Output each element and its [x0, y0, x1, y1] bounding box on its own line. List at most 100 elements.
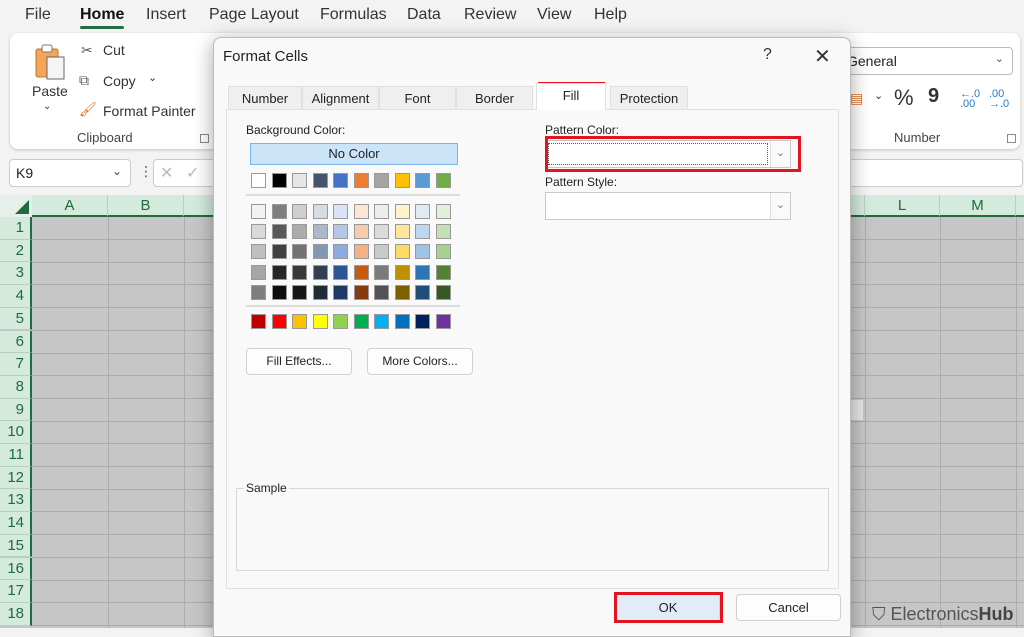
accounting-dropdown-icon[interactable]: ⌄: [874, 89, 883, 102]
copy-dropdown-icon[interactable]: ⌄: [148, 71, 157, 84]
tint-color-swatch[interactable]: [374, 244, 389, 260]
tint-color-swatch[interactable]: [353, 264, 369, 280]
tint-color-swatch[interactable]: [374, 284, 389, 300]
pattern-color-dropdown[interactable]: ⌄: [545, 140, 791, 168]
menu-home[interactable]: Home: [80, 6, 125, 29]
tab-number[interactable]: Number: [228, 86, 302, 110]
tint-color-swatch[interactable]: [312, 204, 328, 219]
tab-alignment[interactable]: Alignment: [302, 86, 379, 110]
menu-page-layout[interactable]: Page Layout: [209, 6, 299, 24]
tint-color-swatch[interactable]: [435, 224, 451, 240]
tint-color-swatch[interactable]: [435, 264, 451, 280]
accounting-format-icon[interactable]: ▤: [850, 90, 863, 107]
standard-color-swatch[interactable]: [333, 314, 348, 329]
ok-button[interactable]: OK: [616, 594, 720, 621]
tint-color-swatch[interactable]: [394, 264, 410, 280]
tint-color-swatch[interactable]: [333, 264, 348, 280]
tint-color-swatch[interactable]: [394, 244, 410, 260]
tint-color-swatch[interactable]: [251, 244, 266, 260]
row-header-18[interactable]: 18: [0, 602, 32, 626]
column-header-l[interactable]: L: [865, 195, 940, 217]
tint-color-swatch[interactable]: [353, 224, 369, 240]
tint-color-swatch[interactable]: [292, 204, 307, 219]
tint-color-swatch[interactable]: [312, 264, 328, 280]
theme-color-swatch[interactable]: [394, 173, 410, 188]
tint-color-swatch[interactable]: [435, 204, 451, 219]
tint-color-swatch[interactable]: [353, 204, 369, 219]
theme-color-swatch[interactable]: [271, 173, 287, 188]
name-box[interactable]: K9 ⌄: [9, 159, 131, 187]
row-header-10[interactable]: 10: [0, 421, 32, 444]
menu-view[interactable]: View: [537, 6, 571, 24]
tint-color-swatch[interactable]: [292, 224, 307, 240]
tint-color-swatch[interactable]: [353, 284, 369, 300]
tint-color-swatch[interactable]: [394, 284, 410, 300]
tint-color-swatch[interactable]: [415, 284, 430, 300]
theme-color-swatch[interactable]: [435, 173, 451, 188]
increase-decimal-button[interactable]: ←.0 .00: [960, 89, 982, 110]
row-header-9[interactable]: 9: [0, 398, 32, 422]
chevron-down-icon[interactable]: ⌄: [770, 141, 790, 167]
row-header-6[interactable]: 6: [0, 330, 32, 354]
theme-color-swatch[interactable]: [374, 173, 389, 188]
row-header-3[interactable]: 3: [0, 262, 32, 286]
theme-color-swatch[interactable]: [415, 173, 430, 188]
tint-color-swatch[interactable]: [271, 284, 287, 300]
standard-color-swatch[interactable]: [292, 314, 307, 329]
tint-color-swatch[interactable]: [415, 204, 430, 219]
tint-color-swatch[interactable]: [435, 284, 451, 300]
tint-color-swatch[interactable]: [251, 284, 266, 300]
theme-color-swatch[interactable]: [333, 173, 348, 188]
no-color-button[interactable]: No Color: [250, 143, 458, 165]
tint-color-swatch[interactable]: [333, 284, 348, 300]
tint-color-swatch[interactable]: [333, 244, 348, 260]
column-header-k[interactable]: [850, 195, 865, 217]
row-header-7[interactable]: 7: [0, 353, 32, 376]
clipboard-launcher-icon[interactable]: [200, 134, 209, 143]
percent-style-button[interactable]: %: [894, 85, 914, 111]
tab-protection[interactable]: Protection: [610, 86, 688, 110]
tint-color-swatch[interactable]: [251, 224, 266, 240]
tint-color-swatch[interactable]: [415, 224, 430, 240]
tint-color-swatch[interactable]: [415, 244, 430, 260]
paste-dropdown-icon[interactable]: ⌄: [43, 101, 51, 112]
close-icon[interactable]: ✕: [814, 44, 831, 69]
tint-color-swatch[interactable]: [353, 244, 369, 260]
tab-fill[interactable]: Fill: [536, 83, 606, 110]
selected-cell-k9[interactable]: [851, 400, 863, 420]
tint-color-swatch[interactable]: [312, 284, 328, 300]
tint-color-swatch[interactable]: [333, 224, 348, 240]
tint-color-swatch[interactable]: [394, 204, 410, 219]
theme-color-swatch[interactable]: [251, 173, 266, 188]
row-header-15[interactable]: 15: [0, 534, 32, 558]
row-header-5[interactable]: 5: [0, 307, 32, 331]
row-header-11[interactable]: 11: [0, 444, 32, 467]
tint-color-swatch[interactable]: [415, 264, 430, 280]
menu-data[interactable]: Data: [407, 6, 441, 24]
select-all-button[interactable]: [0, 195, 32, 217]
tint-color-swatch[interactable]: [251, 264, 266, 280]
standard-color-swatch[interactable]: [415, 314, 430, 329]
tint-color-swatch[interactable]: [374, 204, 389, 219]
decrease-decimal-button[interactable]: .00 →.0: [989, 89, 1011, 110]
tab-font[interactable]: Font: [379, 86, 456, 110]
row-header-2[interactable]: 2: [0, 239, 32, 263]
tint-color-swatch[interactable]: [271, 204, 287, 219]
fill-effects-button[interactable]: Fill Effects...: [246, 348, 352, 375]
tint-color-swatch[interactable]: [271, 224, 287, 240]
row-header-14[interactable]: 14: [0, 512, 32, 535]
tint-color-swatch[interactable]: [312, 244, 328, 260]
tint-color-swatch[interactable]: [435, 244, 451, 260]
comma-style-button[interactable]: 9: [928, 85, 939, 108]
pattern-style-dropdown[interactable]: ⌄: [545, 192, 791, 220]
number-format-dropdown[interactable]: General ⌄: [840, 47, 1013, 75]
row-header-1[interactable]: 1: [0, 217, 32, 240]
tint-color-swatch[interactable]: [251, 204, 266, 219]
row-header-12[interactable]: 12: [0, 466, 32, 490]
chevron-down-icon[interactable]: ⌄: [770, 193, 790, 219]
standard-color-swatch[interactable]: [374, 314, 389, 329]
row-header-4[interactable]: 4: [0, 285, 32, 308]
standard-color-swatch[interactable]: [435, 314, 451, 329]
row-header-8[interactable]: 8: [0, 375, 32, 399]
tint-color-swatch[interactable]: [292, 284, 307, 300]
